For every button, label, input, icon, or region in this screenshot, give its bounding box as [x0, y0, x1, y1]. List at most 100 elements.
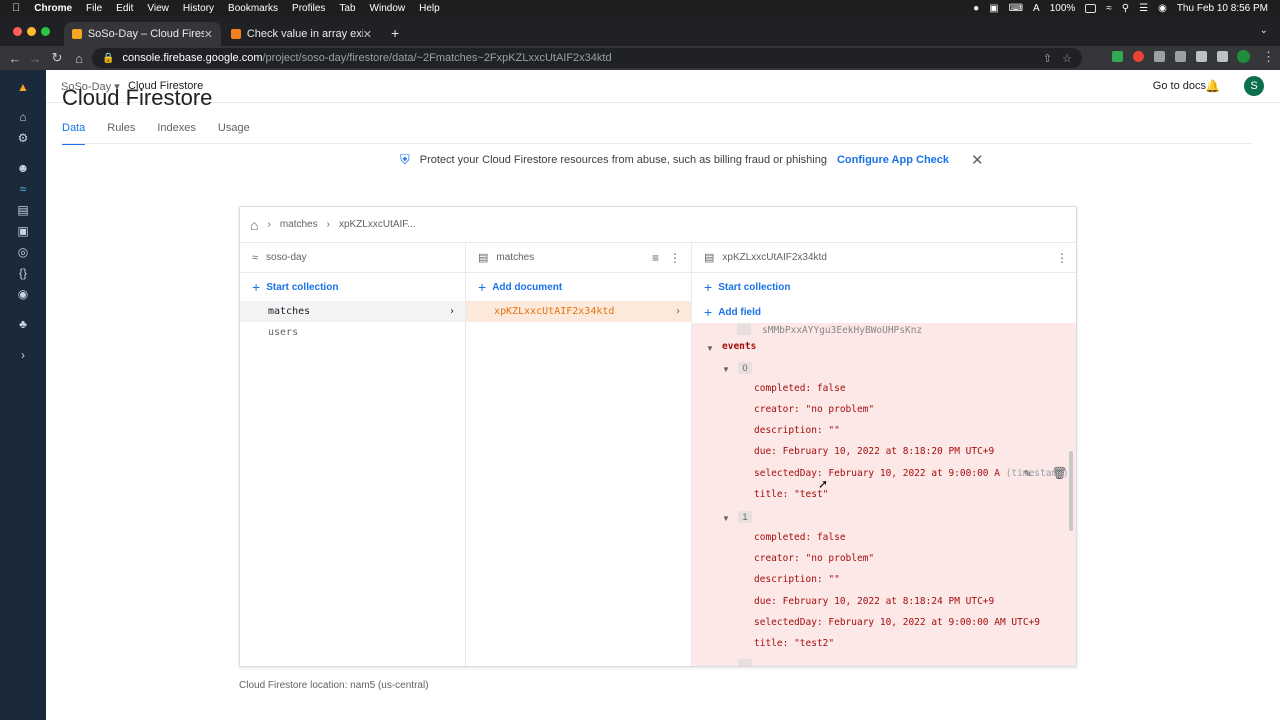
menu-profiles[interactable]: Profiles [292, 3, 325, 14]
notifications-bell-icon[interactable]: 🔔 [1205, 79, 1220, 93]
home-icon[interactable]: ⌂ [68, 51, 90, 66]
field-row[interactable]: creator: "no problem" [754, 404, 874, 415]
hosting-icon[interactable]: ◎ [16, 245, 30, 259]
extension-icon[interactable] [1154, 51, 1165, 62]
close-icon[interactable]: ✕ [971, 151, 984, 169]
menu-history[interactable]: History [183, 3, 214, 14]
tab-rules[interactable]: Rules [107, 122, 135, 145]
array-index[interactable]: 1 [738, 511, 752, 523]
search-icon[interactable]: ⚲ [1122, 3, 1129, 14]
array-index[interactable]: 0 [738, 362, 752, 374]
collapse-triangle-icon[interactable]: ▼ [722, 514, 730, 523]
display-icon[interactable]: ▣ [989, 3, 998, 14]
clock[interactable]: Thu Feb 10 8:56 PM [1177, 3, 1268, 14]
lock-icon[interactable]: 🔒 [102, 53, 114, 64]
filter-icon[interactable]: ≡ [652, 251, 659, 265]
collapse-triangle-icon[interactable]: ▼ [706, 344, 714, 353]
edit-pencil-icon[interactable]: ✎ [1024, 466, 1031, 480]
tab-usage[interactable]: Usage [218, 122, 250, 145]
forward-icon[interactable]: → [24, 51, 46, 66]
apple-menu-icon[interactable]:  [12, 2, 20, 14]
menu-view[interactable]: View [147, 3, 169, 14]
field-row[interactable]: title: "test2" [754, 638, 834, 649]
record-icon[interactable]: ● [973, 3, 979, 14]
puzzle-icon[interactable] [1196, 51, 1207, 62]
browser-tab-firestore[interactable]: SoSo-Day – Cloud Firestore – F ✕ [64, 22, 221, 46]
home-icon[interactable]: ⌂ [250, 217, 258, 233]
close-tab-icon[interactable]: ✕ [363, 28, 372, 41]
more-vert-icon[interactable]: ⋮ [1056, 251, 1068, 265]
add-field-button[interactable]: + Add field [692, 301, 1076, 323]
field-row[interactable]: description: "" [754, 574, 840, 585]
start-collection-button[interactable]: + Start collection [692, 273, 1076, 301]
bookmark-star-icon[interactable]: ☆ [1062, 52, 1072, 65]
share-icon[interactable]: ⇧ [1043, 52, 1052, 65]
extension-icon[interactable] [1133, 51, 1144, 62]
minimize-window-button[interactable] [27, 27, 36, 36]
field-row[interactable]: completed: false [754, 383, 846, 394]
realtime-database-icon[interactable]: ▤ [16, 203, 30, 217]
menu-tab[interactable]: Tab [339, 3, 355, 14]
tab-indexes[interactable]: Indexes [157, 122, 196, 145]
zoom-window-button[interactable] [41, 27, 50, 36]
menu-file[interactable]: File [86, 3, 102, 14]
back-icon[interactable]: ← [4, 51, 26, 66]
field-row[interactable]: creator: "no problem" [754, 553, 874, 564]
reading-list-icon[interactable] [1217, 51, 1228, 62]
add-document-button[interactable]: + Add document [466, 273, 691, 301]
wifi-icon[interactable]: ≈ [1106, 3, 1112, 14]
browser-menu-icon[interactable]: ⋮ [1262, 49, 1275, 65]
go-to-docs-link[interactable]: Go to docs [1153, 80, 1206, 92]
control-center-icon[interactable]: ☰ [1139, 3, 1148, 14]
configure-app-check-link[interactable]: Configure App Check [837, 154, 949, 166]
close-window-button[interactable] [13, 27, 22, 36]
field-row-hovered[interactable]: selectedDay: February 10, 2022 at 9:00:0… [754, 466, 1074, 480]
firebase-logo-icon[interactable]: ▲ [16, 80, 30, 94]
menu-edit[interactable]: Edit [116, 3, 133, 14]
reload-icon[interactable]: ↻ [46, 50, 68, 66]
battery-icon[interactable] [1085, 3, 1097, 13]
account-avatar[interactable]: S [1244, 76, 1264, 96]
delete-trash-icon[interactable]: 🗑 [1052, 466, 1067, 480]
storage-icon[interactable]: ▣ [16, 224, 30, 238]
siri-icon[interactable]: ◉ [1158, 3, 1167, 14]
settings-gear-icon[interactable]: ⚙ [16, 131, 30, 145]
field-row[interactable]: selectedDay: February 10, 2022 at 9:00:0… [754, 617, 1040, 628]
browser-tab-stackoverflow[interactable]: Check value in array exists Flu ✕ [223, 22, 380, 46]
expand-rail-icon[interactable]: › [16, 348, 30, 362]
breadcrumb-document[interactable]: xpKZLxxcUtAIF... [339, 219, 416, 230]
field-row[interactable]: due: February 10, 2022 at 8:18:24 PM UTC… [754, 596, 994, 607]
menu-app[interactable]: Chrome [34, 3, 72, 14]
machine-learning-icon[interactable]: ◉ [16, 287, 30, 301]
input-source-icon[interactable]: A [1033, 3, 1040, 14]
profile-avatar[interactable] [1237, 50, 1250, 63]
field-row[interactable]: completed: false [754, 532, 846, 543]
menu-bookmarks[interactable]: Bookmarks [228, 3, 278, 14]
field-key[interactable]: events [722, 341, 756, 352]
home-icon[interactable]: ⌂ [16, 110, 30, 124]
collapse-triangle-icon[interactable]: ▼ [722, 365, 730, 374]
extension-icon[interactable] [1112, 51, 1123, 62]
list-item[interactable]: xpKZLxxcUtAIF2x34ktd › [466, 301, 691, 322]
start-collection-button[interactable]: + Start collection [240, 273, 465, 301]
field-row[interactable]: description: "" [754, 425, 840, 436]
extension-icon[interactable] [1175, 51, 1186, 62]
list-item[interactable]: users [240, 322, 465, 343]
fields-scrollbar[interactable] [1069, 451, 1073, 531]
field-row[interactable]: due: February 10, 2022 at 8:18:20 PM UTC… [754, 446, 994, 457]
close-tab-icon[interactable]: ✕ [204, 28, 213, 41]
tab-search-icon[interactable]: ⌄ [1260, 25, 1268, 36]
extensions-icon[interactable]: ♣ [16, 317, 30, 331]
breadcrumb-collection[interactable]: matches [280, 219, 318, 230]
address-bar[interactable]: 🔒 console.firebase.google.com /project/s… [92, 48, 1082, 68]
new-tab-icon[interactable]: + [391, 25, 399, 41]
more-vert-icon[interactable]: ⋮ [669, 251, 681, 265]
authentication-icon[interactable]: ☻ [16, 161, 30, 175]
keyboard-icon[interactable]: ⌨ [1009, 3, 1023, 14]
functions-icon[interactable]: {} [16, 266, 30, 280]
menu-help[interactable]: Help [419, 3, 440, 14]
firestore-icon[interactable]: ≈ [16, 182, 30, 196]
tab-data[interactable]: Data [62, 122, 86, 145]
menu-window[interactable]: Window [370, 3, 406, 14]
list-item[interactable]: matches › [240, 301, 465, 322]
